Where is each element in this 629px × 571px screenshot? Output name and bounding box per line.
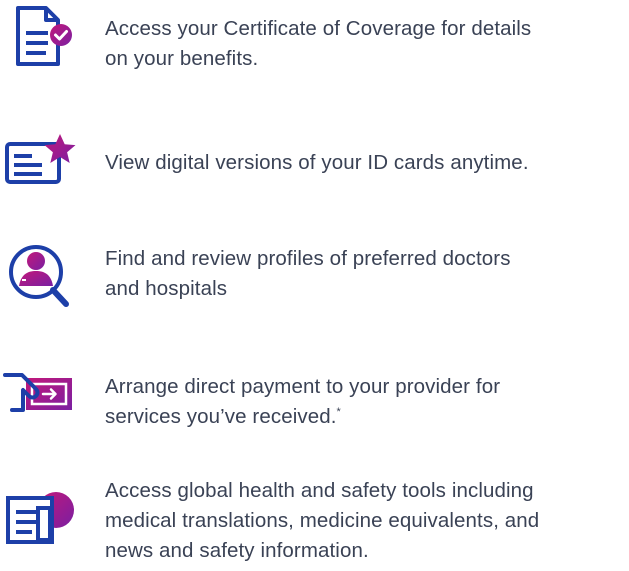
feature-text-line: Find and review profiles of preferred do… [105, 247, 511, 270]
feature-global-tools-text: Access global health and safety tools in… [105, 476, 629, 566]
feature-payment-text: Arrange direct payment to your provider … [105, 372, 629, 432]
feature-text-line: Access your Certificate of Coverage for … [105, 17, 532, 40]
certificate-check-icon [2, 2, 78, 70]
feature-text-line: services you’ve received.* [105, 402, 629, 432]
feature-text-line: View digital versions of your ID cards a… [105, 151, 529, 174]
feature-text-line: and hospitals [105, 277, 228, 300]
feature-text-segment: services you’ve received. [105, 405, 337, 428]
feature-text-line: Arrange direct payment to your provider … [105, 375, 501, 398]
footnote-mark: * [336, 406, 341, 419]
feature-text-line: news and safety information. [105, 539, 369, 562]
feature-id-cards-text: View digital versions of your ID cards a… [105, 148, 629, 178]
feature-text-line: on your benefits. [105, 47, 259, 70]
payment-hand-icon [2, 364, 78, 432]
doctor-search-icon [2, 242, 78, 310]
feature-certificate-text: Access your Certificate of Coverage for … [105, 14, 629, 74]
feature-doctors-text: Find and review profiles of preferred do… [105, 244, 629, 304]
feature-text-line: Access global health and safety tools in… [105, 479, 534, 502]
global-health-tools-icon [2, 476, 78, 544]
id-card-star-icon [2, 130, 78, 198]
feature-text-line: medical translations, medicine equivalen… [105, 509, 540, 532]
